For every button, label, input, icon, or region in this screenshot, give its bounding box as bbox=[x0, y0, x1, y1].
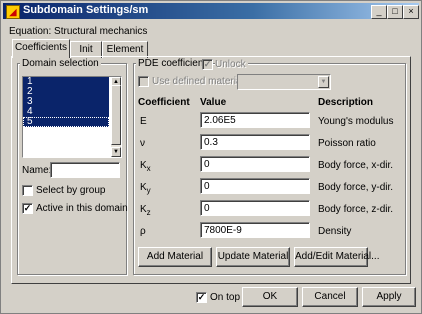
window-title: Subdomain Settings/sm bbox=[23, 4, 149, 16]
list-item[interactable]: 1 bbox=[23, 77, 109, 87]
value-e-field[interactable]: 2.06E5 bbox=[200, 112, 310, 128]
desc-kx: Body force, x-dir. bbox=[318, 160, 394, 171]
maximize-button[interactable]: □ bbox=[387, 5, 403, 19]
domain-list[interactable]: 1 2 3 4 5 ▲ ▼ bbox=[22, 76, 122, 158]
header-value: Value bbox=[200, 97, 227, 108]
list-item[interactable]: 4 bbox=[23, 107, 109, 117]
coef-kz: Kz bbox=[140, 204, 151, 217]
coef-e: E bbox=[140, 116, 147, 127]
ok-button[interactable]: OK bbox=[242, 287, 298, 307]
add-material-button[interactable]: Add Material bbox=[138, 247, 212, 267]
desc-e: Young's modulus bbox=[318, 116, 394, 127]
minimize-button[interactable]: _ bbox=[371, 5, 387, 19]
list-item[interactable]: 5 bbox=[23, 117, 109, 127]
update-material-button[interactable]: Update Material bbox=[216, 247, 290, 267]
coef-ky: Ky bbox=[140, 182, 151, 195]
domain-selection-label: Domain selection bbox=[20, 58, 101, 69]
select-by-group-label: Select by group bbox=[36, 185, 106, 196]
desc-kz: Body force, z-dir. bbox=[318, 204, 394, 215]
edit-material-button[interactable]: Add/Edit Material... bbox=[294, 247, 379, 267]
title-bar[interactable]: ◢ Subdomain Settings/sm _ □ × bbox=[3, 3, 419, 19]
value-kx-field[interactable]: 0 bbox=[200, 156, 310, 172]
header-description: Description bbox=[318, 97, 374, 108]
equation-label: Equation: Structural mechanics bbox=[9, 26, 148, 37]
unlock-label: Unlock bbox=[215, 59, 248, 70]
use-defined-material-label: Use defined material bbox=[152, 76, 244, 87]
cancel-button[interactable]: Cancel bbox=[302, 287, 358, 307]
list-item[interactable]: 2 bbox=[23, 87, 109, 97]
subdomain-settings-window: ◢ Subdomain Settings/sm _ □ × Equation: … bbox=[0, 0, 422, 314]
header-coefficient: Coefficient bbox=[138, 97, 190, 108]
name-field[interactable] bbox=[50, 162, 120, 178]
coefficients-panel: Domain selection 1 2 3 4 5 ▲ ▼ Name: Sel… bbox=[11, 56, 411, 284]
close-button[interactable]: × bbox=[403, 5, 419, 19]
name-label: Name: bbox=[22, 165, 52, 176]
active-in-domain-label: Active in this domain bbox=[36, 203, 128, 214]
value-kz-field[interactable]: 0 bbox=[200, 200, 310, 216]
use-defined-material-checkbox[interactable] bbox=[138, 76, 149, 87]
unlock-checkbox[interactable]: ✓ bbox=[202, 59, 213, 70]
value-nu-field[interactable]: 0.3 bbox=[200, 134, 310, 150]
coef-nu: ν bbox=[140, 138, 145, 149]
scroll-thumb[interactable] bbox=[111, 85, 121, 145]
list-item[interactable]: 3 bbox=[23, 97, 109, 107]
desc-nu: Poisson ratio bbox=[318, 138, 376, 149]
on-top-checkbox[interactable]: ✓ bbox=[196, 292, 207, 303]
material-select[interactable]: ▼ bbox=[237, 74, 331, 90]
coef-rho: ρ bbox=[140, 226, 146, 237]
active-in-domain-checkbox[interactable]: ✓ bbox=[22, 203, 33, 214]
scroll-down-icon[interactable]: ▼ bbox=[111, 147, 121, 157]
chevron-down-icon[interactable]: ▼ bbox=[318, 76, 329, 88]
coef-kx: Kx bbox=[140, 160, 151, 173]
on-top-label: On top bbox=[210, 292, 241, 303]
value-rho-field[interactable]: 7800E-9 bbox=[200, 222, 310, 238]
apply-button[interactable]: Apply bbox=[362, 287, 416, 307]
desc-ky: Body force, y-dir. bbox=[318, 182, 394, 193]
app-icon: ◢ bbox=[6, 5, 20, 19]
tab-coefficients[interactable]: Coefficients bbox=[12, 39, 70, 58]
desc-rho: Density bbox=[318, 226, 352, 237]
list-scrollbar[interactable]: ▲ ▼ bbox=[111, 77, 121, 157]
value-ky-field[interactable]: 0 bbox=[200, 178, 310, 194]
select-by-group-checkbox[interactable] bbox=[22, 185, 33, 196]
